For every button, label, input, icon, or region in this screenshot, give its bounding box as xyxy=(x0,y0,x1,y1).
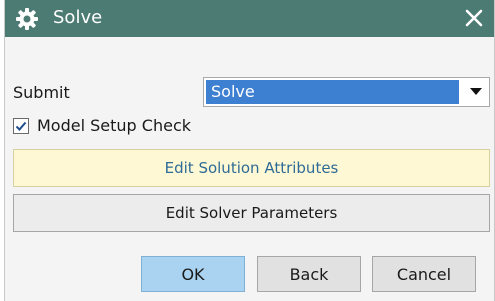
dialog-title: Solve xyxy=(53,7,103,28)
submit-dropdown[interactable]: Solve xyxy=(203,77,490,107)
checkmark-icon xyxy=(15,121,27,131)
cancel-button[interactable]: Cancel xyxy=(372,256,476,292)
back-button[interactable]: Back xyxy=(257,256,361,292)
ok-button[interactable]: OK xyxy=(141,256,245,292)
gear-icon xyxy=(16,8,38,30)
submit-label: Submit xyxy=(13,83,70,102)
model-setup-check-row[interactable]: Model Setup Check xyxy=(13,116,191,136)
edit-solver-parameters-button[interactable]: Edit Solver Parameters xyxy=(13,194,490,232)
model-setup-check-checkbox[interactable] xyxy=(13,118,29,134)
solve-dialog: Solve Submit Solve Model Setup Check Edi… xyxy=(4,0,495,301)
submit-selected-value: Solve xyxy=(206,80,459,104)
title-bar: Solve xyxy=(5,0,494,37)
close-button[interactable] xyxy=(460,4,488,32)
close-icon xyxy=(465,9,483,27)
edit-solution-attributes-button[interactable]: Edit Solution Attributes xyxy=(13,149,490,187)
chevron-down-icon xyxy=(470,88,482,95)
model-setup-check-label: Model Setup Check xyxy=(37,116,191,135)
